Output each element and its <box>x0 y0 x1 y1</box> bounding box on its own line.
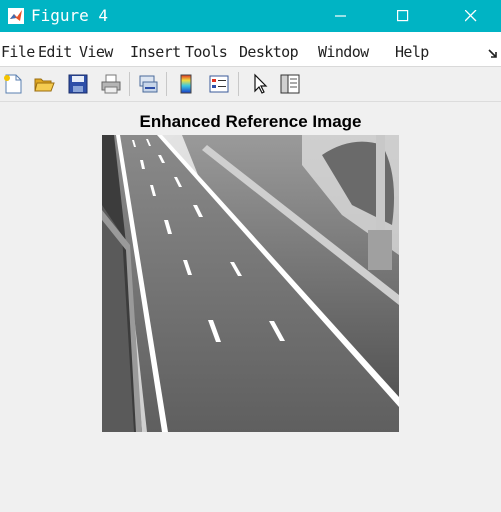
insert-colorbar-button[interactable] <box>173 71 199 97</box>
minimize-icon <box>335 15 346 17</box>
toolbar-separator <box>129 72 130 96</box>
save-button[interactable] <box>65 71 91 97</box>
print-icon <box>101 74 121 94</box>
toolbar-separator <box>238 72 239 96</box>
link-plot-button[interactable] <box>135 71 161 97</box>
menu-edit[interactable]: Edit <box>38 43 72 61</box>
maximize-button[interactable] <box>380 0 426 32</box>
link-plot-icon <box>139 75 158 93</box>
new-figure-icon <box>4 74 22 94</box>
title-bar[interactable]: Figure 4 <box>0 0 501 32</box>
close-button[interactable] <box>448 0 494 32</box>
property-inspector-button[interactable] <box>277 71 303 97</box>
menu-desktop[interactable]: Desktop <box>239 43 299 61</box>
menu-bar: File Edit View Insert Tools Desktop Wind… <box>0 32 501 67</box>
menu-view[interactable]: View <box>79 43 113 61</box>
maximize-icon <box>397 10 409 22</box>
road-image <box>102 135 399 432</box>
toolbar-separator <box>166 72 167 96</box>
toolbar <box>0 67 501 102</box>
dock-arrow-icon[interactable] <box>488 44 498 63</box>
open-file-button[interactable] <box>31 71 57 97</box>
window-title: Figure 4 <box>31 6 109 25</box>
menu-tools[interactable]: Tools <box>185 43 228 61</box>
close-icon <box>465 10 477 22</box>
insert-colorbar-icon <box>180 74 192 94</box>
edit-plot-button[interactable] <box>246 71 272 97</box>
menu-window[interactable]: Window <box>318 43 369 61</box>
print-button[interactable] <box>98 71 124 97</box>
save-icon <box>68 74 88 94</box>
menu-file[interactable]: File <box>1 43 35 61</box>
menu-insert[interactable]: Insert <box>130 43 181 61</box>
minimize-button[interactable] <box>318 0 364 32</box>
menu-help[interactable]: Help <box>395 43 429 61</box>
new-figure-button[interactable] <box>0 71 26 97</box>
open-file-icon <box>34 78 55 92</box>
property-inspector-icon <box>280 74 300 94</box>
figure-title: Enhanced Reference Image <box>139 112 362 131</box>
insert-legend-button[interactable] <box>206 71 232 97</box>
edit-plot-icon <box>254 73 268 94</box>
insert-legend-icon <box>209 75 229 93</box>
matlab-icon <box>8 8 24 24</box>
grayscale-road-image <box>102 135 399 432</box>
